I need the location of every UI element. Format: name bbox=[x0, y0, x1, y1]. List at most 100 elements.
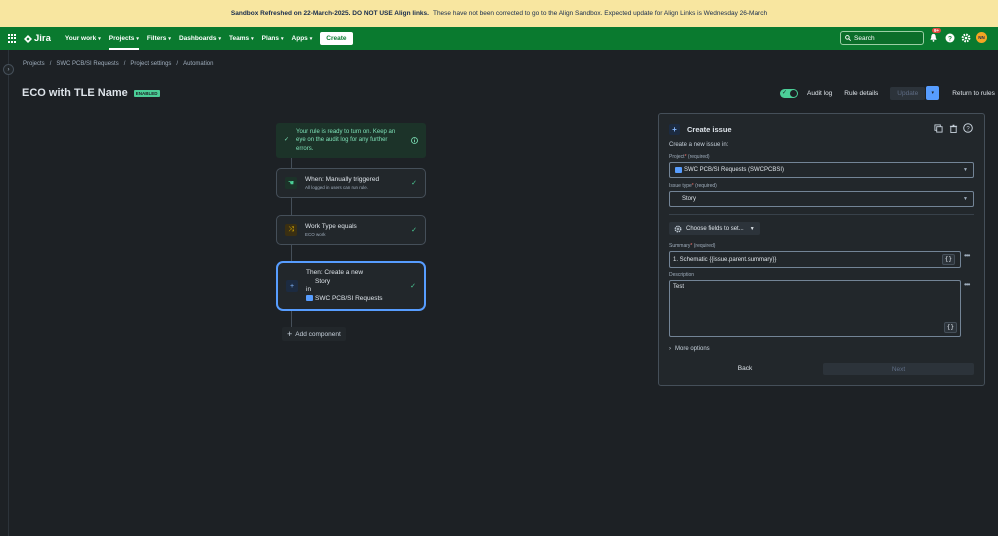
update-button[interactable]: Update bbox=[890, 86, 926, 100]
project-avatar-icon bbox=[306, 294, 313, 301]
chevron-down-icon: ▾ bbox=[309, 35, 313, 42]
smart-value-button[interactable]: {} bbox=[941, 254, 955, 265]
rule-enabled-toggle[interactable] bbox=[780, 88, 798, 98]
help-icon: ? bbox=[945, 33, 954, 42]
sidebar bbox=[0, 50, 9, 536]
chevron-down-icon: ▾ bbox=[251, 35, 254, 42]
issue-type-label-text: Issue type bbox=[669, 183, 692, 189]
description-value: Test bbox=[673, 284, 685, 290]
nav-teams[interactable]: Teams ▾ bbox=[229, 27, 254, 50]
back-button[interactable]: Back bbox=[734, 363, 756, 374]
flow-connector bbox=[291, 310, 292, 327]
nav-plans[interactable]: Plans ▾ bbox=[262, 27, 284, 50]
delete-button[interactable] bbox=[948, 123, 958, 133]
nav-dashboards[interactable]: Dashboards ▾ bbox=[179, 27, 221, 50]
condition-node-body: Work Type equals ECO work bbox=[305, 223, 411, 237]
notification-badge: 9+ bbox=[932, 28, 942, 33]
help-button[interactable]: ? bbox=[944, 32, 955, 43]
required-asterisk: * bbox=[690, 243, 693, 249]
trigger-title: When: Manually triggered bbox=[305, 176, 380, 183]
breadcrumb-project-settings[interactable]: Project settings bbox=[130, 61, 171, 67]
breadcrumb-projects[interactable]: Projects bbox=[23, 61, 45, 67]
create-button[interactable]: Create bbox=[320, 32, 353, 45]
rule-name[interactable]: ECO with TLE Name bbox=[22, 87, 128, 99]
choose-fields-button[interactable]: Choose fields to set... ▼ bbox=[669, 222, 760, 235]
more-options-toggle[interactable]: › More options bbox=[669, 346, 710, 352]
summary-input[interactable]: 1. Schematic {{issue.parent.summary}} {} bbox=[669, 251, 961, 268]
search-input[interactable]: Search bbox=[840, 31, 924, 45]
required-text: (required) bbox=[695, 183, 717, 189]
flow-connector bbox=[291, 244, 292, 262]
description-textarea[interactable]: Test {} bbox=[669, 280, 961, 337]
page-title: ECO with TLE Name ENABLED bbox=[22, 87, 160, 99]
condition-subtitle: ECO work bbox=[305, 232, 326, 237]
summary-more-button[interactable]: ••• bbox=[964, 251, 970, 260]
nav-filters[interactable]: Filters ▾ bbox=[147, 27, 171, 50]
top-navigation: Jira Your work ▾ Projects ▾ Filters ▾ Dashb… bbox=[0, 27, 998, 50]
nav-apps[interactable]: Apps ▾ bbox=[292, 27, 313, 50]
help-button[interactable]: ? bbox=[963, 123, 973, 133]
chevron-down-icon: ▾ bbox=[931, 90, 934, 96]
project-select[interactable]: SWC PCB/SI Requests (SWCPCBSI) ▼ bbox=[669, 162, 974, 178]
chevron-right-icon: › bbox=[669, 346, 671, 352]
plus-icon: + bbox=[286, 280, 298, 292]
duplicate-button[interactable] bbox=[933, 123, 943, 133]
nav-projects[interactable]: Projects ▾ bbox=[108, 27, 140, 50]
flow-connector bbox=[291, 158, 292, 168]
jira-logo-icon bbox=[24, 34, 32, 43]
avatar[interactable]: NN bbox=[976, 32, 987, 43]
chevron-down-icon: ▼ bbox=[963, 167, 968, 173]
notifications-button[interactable]: 9+ bbox=[928, 28, 942, 43]
gear-icon bbox=[961, 33, 970, 42]
breadcrumb: Projects / SWC PCB/SI Requests / Project… bbox=[23, 61, 213, 67]
gear-icon bbox=[674, 225, 682, 232]
required-asterisk: * bbox=[691, 183, 694, 189]
breadcrumb-project[interactable]: SWC PCB/SI Requests bbox=[56, 61, 118, 67]
chevron-down-icon: ▼ bbox=[963, 196, 968, 202]
sidebar-expand-button[interactable]: › bbox=[3, 64, 14, 75]
divider bbox=[669, 214, 974, 215]
summary-label-text: Summary bbox=[669, 243, 691, 249]
create-issue-panel: + Create issue ? Create a new issue in: … bbox=[658, 113, 985, 386]
trigger-subtitle: All logged in users can run rule. bbox=[305, 185, 369, 190]
check-icon: ✓ bbox=[284, 137, 290, 144]
success-text: Your rule is ready to turn on. Keep an e… bbox=[296, 128, 396, 152]
panel-tools: ? bbox=[933, 123, 973, 133]
condition-node[interactable]: ⤨ Work Type equals ECO work ✓ bbox=[276, 215, 426, 245]
breadcrumb-automation[interactable]: Automation bbox=[183, 61, 213, 67]
audit-log-button[interactable]: Audit log bbox=[807, 90, 832, 97]
rule-details-button[interactable]: Rule details bbox=[844, 90, 878, 97]
banner-bold-text: Sandbox Refreshed on 22-March-2025. DO N… bbox=[230, 10, 429, 17]
chevron-down-icon: ▾ bbox=[168, 35, 171, 42]
info-icon[interactable] bbox=[411, 137, 418, 144]
chevron-down-icon: ▼ bbox=[749, 225, 755, 232]
settings-button[interactable] bbox=[960, 32, 971, 43]
trigger-node[interactable]: ☚ When: Manually triggered All logged in… bbox=[276, 168, 426, 198]
check-icon: ✓ bbox=[411, 227, 417, 234]
next-button[interactable]: Next bbox=[823, 363, 974, 375]
flow-connector bbox=[291, 197, 292, 215]
trigger-node-body: When: Manually triggered All logged in u… bbox=[305, 176, 411, 190]
breadcrumb-separator: / bbox=[49, 61, 52, 67]
chevron-down-icon: ▾ bbox=[218, 35, 222, 42]
jira-logo[interactable]: Jira bbox=[24, 33, 51, 44]
copy-icon bbox=[933, 123, 943, 133]
return-to-rules-button[interactable]: Return to rules bbox=[952, 90, 995, 97]
add-component-button[interactable]: + Add component bbox=[282, 327, 346, 341]
description-more-button[interactable]: ••• bbox=[964, 280, 970, 289]
action-node[interactable]: + Then: Create a new Story in SWC PCB/SI… bbox=[276, 261, 426, 311]
more-options-label: More options bbox=[675, 346, 710, 352]
issue-type-select[interactable]: Story ▼ bbox=[669, 191, 974, 207]
update-dropdown-button[interactable]: ▾ bbox=[926, 86, 940, 100]
chevron-down-icon: ▾ bbox=[98, 35, 101, 42]
action-title: Then: Create a new bbox=[306, 269, 364, 276]
nav-menu: Your work ▾ Projects ▾ Filters ▾ Dashboards… bbox=[65, 27, 312, 50]
app-switcher-icon[interactable] bbox=[8, 33, 18, 44]
nav-your-work-label: Your work bbox=[64, 35, 97, 42]
trigger-hand-icon: ☚ bbox=[285, 177, 297, 189]
smart-value-button[interactable]: {} bbox=[943, 322, 957, 333]
nav-your-work[interactable]: Your work ▾ bbox=[65, 27, 101, 50]
success-message: ✓ Your rule is ready to turn on. Keep an… bbox=[276, 123, 426, 158]
panel-header: + Create issue bbox=[669, 124, 732, 135]
panel-title: Create issue bbox=[687, 125, 732, 134]
